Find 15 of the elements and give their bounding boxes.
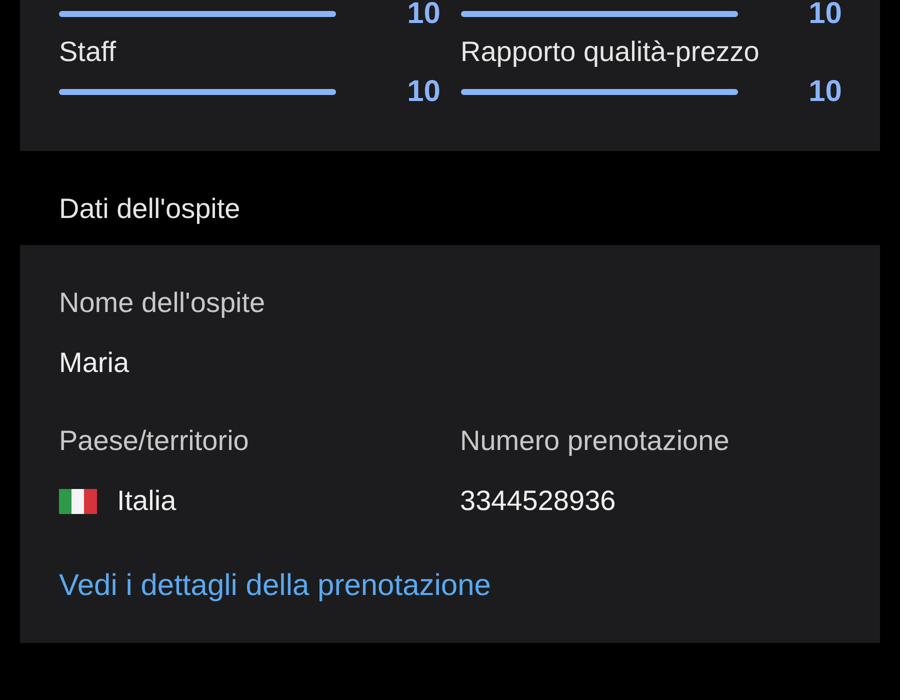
rating-score: 10 (407, 0, 440, 31)
rating-score: 10 (808, 75, 842, 109)
section-heading: Dati dell'ospite (58, 192, 242, 226)
guest-name: Maria (59, 346, 130, 380)
rating-score: 10 (808, 0, 842, 31)
country-name: Italia (117, 484, 176, 518)
flag-icon (59, 488, 97, 514)
rating-label: Staff (59, 35, 118, 69)
rating-label: Rapporto qualità-prezzo (460, 35, 760, 69)
field-label: Nome dell'ospite (59, 286, 266, 320)
booking-number: 3344528936 (460, 484, 617, 518)
booking-details-link[interactable]: Vedi i dettagli della prenotazione (59, 569, 841, 603)
rating-score: 10 (407, 75, 440, 109)
field-label: Numero prenotazione (460, 424, 730, 458)
field-label: Paese/territorio (59, 424, 250, 458)
